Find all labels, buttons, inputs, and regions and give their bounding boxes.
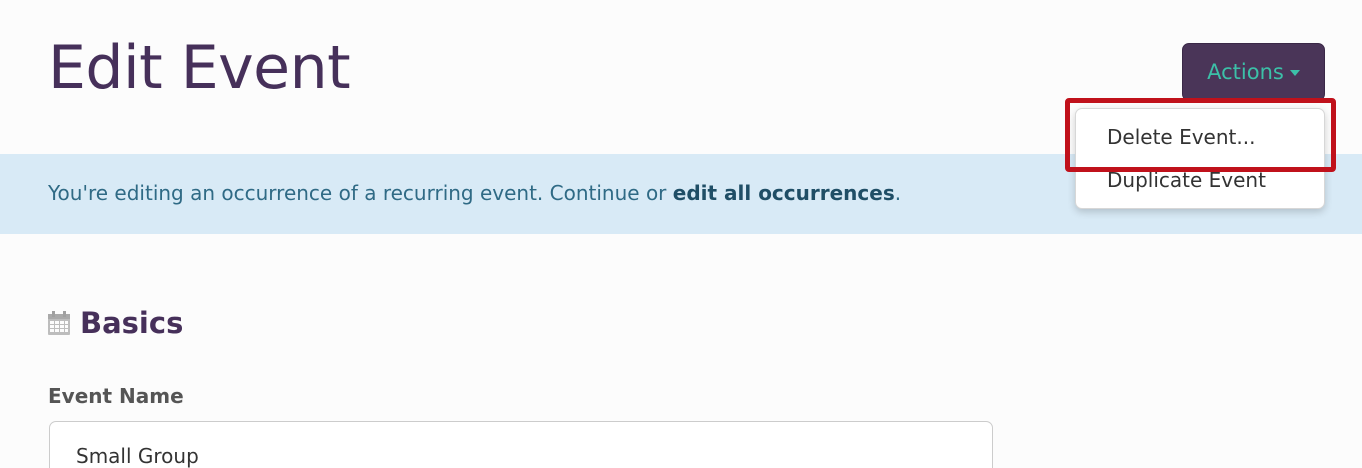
- actions-button-label: Actions: [1207, 60, 1284, 84]
- notice-text: You're editing an occurrence of a recurr…: [48, 181, 673, 205]
- basics-section-heading: Basics: [48, 303, 183, 343]
- notice-suffix: .: [894, 181, 902, 205]
- actions-dropdown-menu: Delete Event... Duplicate Event: [1075, 108, 1325, 209]
- event-name-label: Event Name: [48, 384, 184, 408]
- calendar-icon: [48, 311, 70, 335]
- duplicate-event-menu-item[interactable]: Duplicate Event: [1107, 166, 1266, 194]
- delete-event-menu-item[interactable]: Delete Event...: [1107, 123, 1255, 151]
- notice-message: You're editing an occurrence of a recurr…: [48, 178, 901, 208]
- edit-all-occurrences-link[interactable]: edit all occurrences: [673, 181, 895, 205]
- event-name-input[interactable]: [49, 421, 993, 468]
- page-title: Edit Event: [48, 33, 351, 103]
- actions-dropdown-button[interactable]: Actions: [1182, 43, 1325, 101]
- caret-down-icon: [1289, 70, 1300, 76]
- edit-event-page: Edit Event Actions You're editing an occ…: [0, 0, 1362, 468]
- basics-title: Basics: [80, 306, 184, 340]
